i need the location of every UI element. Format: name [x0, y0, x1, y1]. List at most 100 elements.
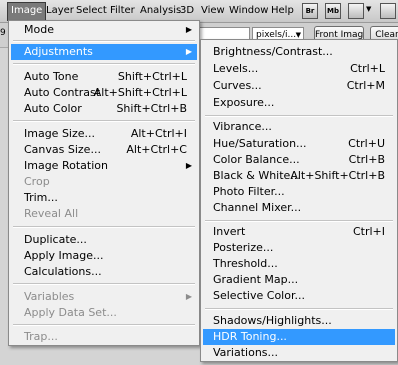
- menu-item-levels[interactable]: Levels... Ctrl+L: [203, 61, 395, 77]
- menu-item-color-balance[interactable]: Color Balance... Ctrl+B: [203, 152, 395, 168]
- menu-item-label: Duplicate...: [24, 233, 87, 246]
- menu-item-label: Brightness/Contrast...: [213, 45, 333, 58]
- menu-image[interactable]: Image: [7, 2, 47, 21]
- menu-item-threshold[interactable]: Threshold...: [203, 256, 395, 272]
- menu-separator: [205, 308, 393, 310]
- menu-separator: [13, 40, 195, 42]
- menu-item-label: Auto Tone: [24, 70, 79, 83]
- menu-item-label: Shadows/Highlights...: [213, 314, 332, 327]
- menu-item-label: Channel Mixer...: [213, 201, 302, 214]
- submenu-arrow-icon: ▶: [185, 25, 192, 34]
- menu-item-shortcut: Alt+Ctrl+I: [130, 127, 187, 140]
- menu-item-shortcut: Ctrl+L: [350, 62, 385, 75]
- menu-window[interactable]: Window: [226, 3, 271, 19]
- menu-separator: [13, 63, 195, 65]
- menu-item-hue-saturation[interactable]: Hue/Saturation... Ctrl+U: [203, 136, 395, 152]
- menu-item-image-rotation[interactable]: Image Rotation ▶: [11, 158, 197, 174]
- menu-item-black-white[interactable]: Black & White... Alt+Shift+Ctrl+B: [203, 168, 395, 184]
- menu-item-label: Invert: [213, 225, 246, 238]
- zoom-level-icon[interactable]: [380, 3, 396, 19]
- menu-item-brightness-contrast[interactable]: Brightness/Contrast...: [203, 44, 395, 60]
- menu-item-label: Auto Contrast: [24, 86, 101, 99]
- menu-item-shortcut: Alt+Ctrl+C: [126, 143, 187, 156]
- submenu-arrow-icon: ▶: [185, 161, 192, 170]
- menu-filter[interactable]: Filter: [107, 3, 138, 19]
- menu-item-shortcut: Ctrl+B: [348, 153, 385, 166]
- menu-item-shortcut: Ctrl+M: [346, 79, 385, 92]
- menu-item-label: Image Rotation: [24, 159, 108, 172]
- menu-item-auto-tone[interactable]: Auto Tone Shift+Ctrl+L: [11, 69, 197, 85]
- menu-item-label: Apply Data Set...: [24, 306, 117, 319]
- menu-help[interactable]: Help: [268, 3, 297, 19]
- menu-item-apply-data-set: Apply Data Set...: [11, 305, 197, 321]
- menu-item-label: Trim...: [24, 191, 58, 204]
- panel-edge-label: 9: [0, 28, 6, 38]
- bridge-icon[interactable]: Br: [302, 3, 318, 19]
- menu-item-adjustments[interactable]: Adjustments ▶: [11, 44, 197, 60]
- menu-item-label: Levels...: [213, 62, 259, 75]
- menu-item-crop: Crop: [11, 174, 197, 190]
- menu-item-shortcut: Ctrl+I: [352, 225, 385, 238]
- menu-item-image-size[interactable]: Image Size... Alt+Ctrl+I: [11, 126, 197, 142]
- adjustments-submenu: Brightness/Contrast... Levels... Ctrl+L …: [200, 39, 398, 362]
- menu-item-canvas-size[interactable]: Canvas Size... Alt+Ctrl+C: [11, 142, 197, 158]
- menu-item-trim[interactable]: Trim...: [11, 190, 197, 206]
- menu-view[interactable]: View: [198, 3, 228, 19]
- menu-separator: [205, 220, 393, 222]
- menu-layer[interactable]: Layer: [43, 3, 77, 19]
- menu-item-label: Canvas Size...: [24, 143, 101, 156]
- menu-item-label: Auto Color: [24, 102, 82, 115]
- submenu-arrow-icon: ▶: [185, 292, 192, 301]
- menu-item-label: Vibrance...: [213, 120, 272, 133]
- menu-item-label: Apply Image...: [24, 249, 104, 262]
- menu-item-reveal-all: Reveal All: [11, 206, 197, 222]
- menu-item-label: Gradient Map...: [213, 273, 299, 286]
- menu-item-label: Black & White...: [213, 169, 301, 182]
- menu-item-label: Curves...: [213, 79, 262, 92]
- menu-separator: [13, 226, 195, 228]
- view-extras-dropdown-icon[interactable]: ▼: [366, 5, 371, 13]
- menu-item-calculations[interactable]: Calculations...: [11, 264, 197, 280]
- menu-item-gradient-map[interactable]: Gradient Map...: [203, 272, 395, 288]
- menu-item-shortcut: Shift+Ctrl+L: [117, 70, 187, 83]
- menu-item-photo-filter[interactable]: Photo Filter...: [203, 184, 395, 200]
- menu-item-shadows-highlights[interactable]: Shadows/Highlights...: [203, 313, 395, 329]
- menu-item-trap: Trap...: [11, 329, 197, 345]
- menu-item-label: Selective Color...: [213, 289, 305, 302]
- menu-item-label: Threshold...: [213, 257, 278, 270]
- menu-separator: [13, 324, 195, 326]
- image-menu: Mode ▶ Adjustments ▶ Auto Tone Shift+Ctr…: [8, 20, 200, 346]
- menu-item-duplicate[interactable]: Duplicate...: [11, 232, 197, 248]
- menu-item-hdr-toning[interactable]: HDR Toning...: [203, 329, 395, 345]
- menu-item-posterize[interactable]: Posterize...: [203, 240, 395, 256]
- menu-separator: [13, 283, 195, 285]
- menu-item-label: HDR Toning...: [213, 330, 287, 343]
- menu-3d[interactable]: 3D: [177, 3, 197, 19]
- view-extras-icon[interactable]: [348, 3, 364, 19]
- menu-item-auto-color[interactable]: Auto Color Shift+Ctrl+B: [11, 101, 197, 117]
- menu-item-shortcut: Ctrl+U: [348, 137, 385, 150]
- menu-select[interactable]: Select: [73, 3, 110, 19]
- menu-item-exposure[interactable]: Exposure...: [203, 95, 395, 111]
- menu-item-label: Photo Filter...: [213, 185, 285, 198]
- menu-item-channel-mixer[interactable]: Channel Mixer...: [203, 200, 395, 216]
- submenu-arrow-icon: ▶: [185, 47, 192, 56]
- menu-item-label: Color Balance...: [213, 153, 300, 166]
- minibridge-icon[interactable]: Mb: [325, 3, 341, 19]
- menu-item-vibrance[interactable]: Vibrance...: [203, 119, 395, 135]
- menu-item-selective-color[interactable]: Selective Color...: [203, 288, 395, 304]
- menu-item-variations[interactable]: Variations...: [203, 345, 395, 361]
- menu-item-invert[interactable]: Invert Ctrl+I: [203, 224, 395, 240]
- menu-item-label: Trap...: [24, 330, 58, 343]
- menu-item-curves[interactable]: Curves... Ctrl+M: [203, 78, 395, 94]
- menu-item-label: Crop: [24, 175, 50, 188]
- menu-item-auto-contrast[interactable]: Auto Contrast Alt+Shift+Ctrl+L: [11, 85, 197, 101]
- menu-item-mode[interactable]: Mode ▶: [11, 22, 197, 38]
- menu-item-shortcut: Alt+Shift+Ctrl+L: [93, 86, 187, 99]
- menu-item-label: Mode: [24, 23, 54, 36]
- menu-separator: [13, 120, 195, 122]
- menu-item-apply-image[interactable]: Apply Image...: [11, 248, 197, 264]
- menu-item-shortcut: Shift+Ctrl+B: [116, 102, 187, 115]
- menu-item-label: Calculations...: [24, 265, 102, 278]
- menu-separator: [205, 115, 393, 117]
